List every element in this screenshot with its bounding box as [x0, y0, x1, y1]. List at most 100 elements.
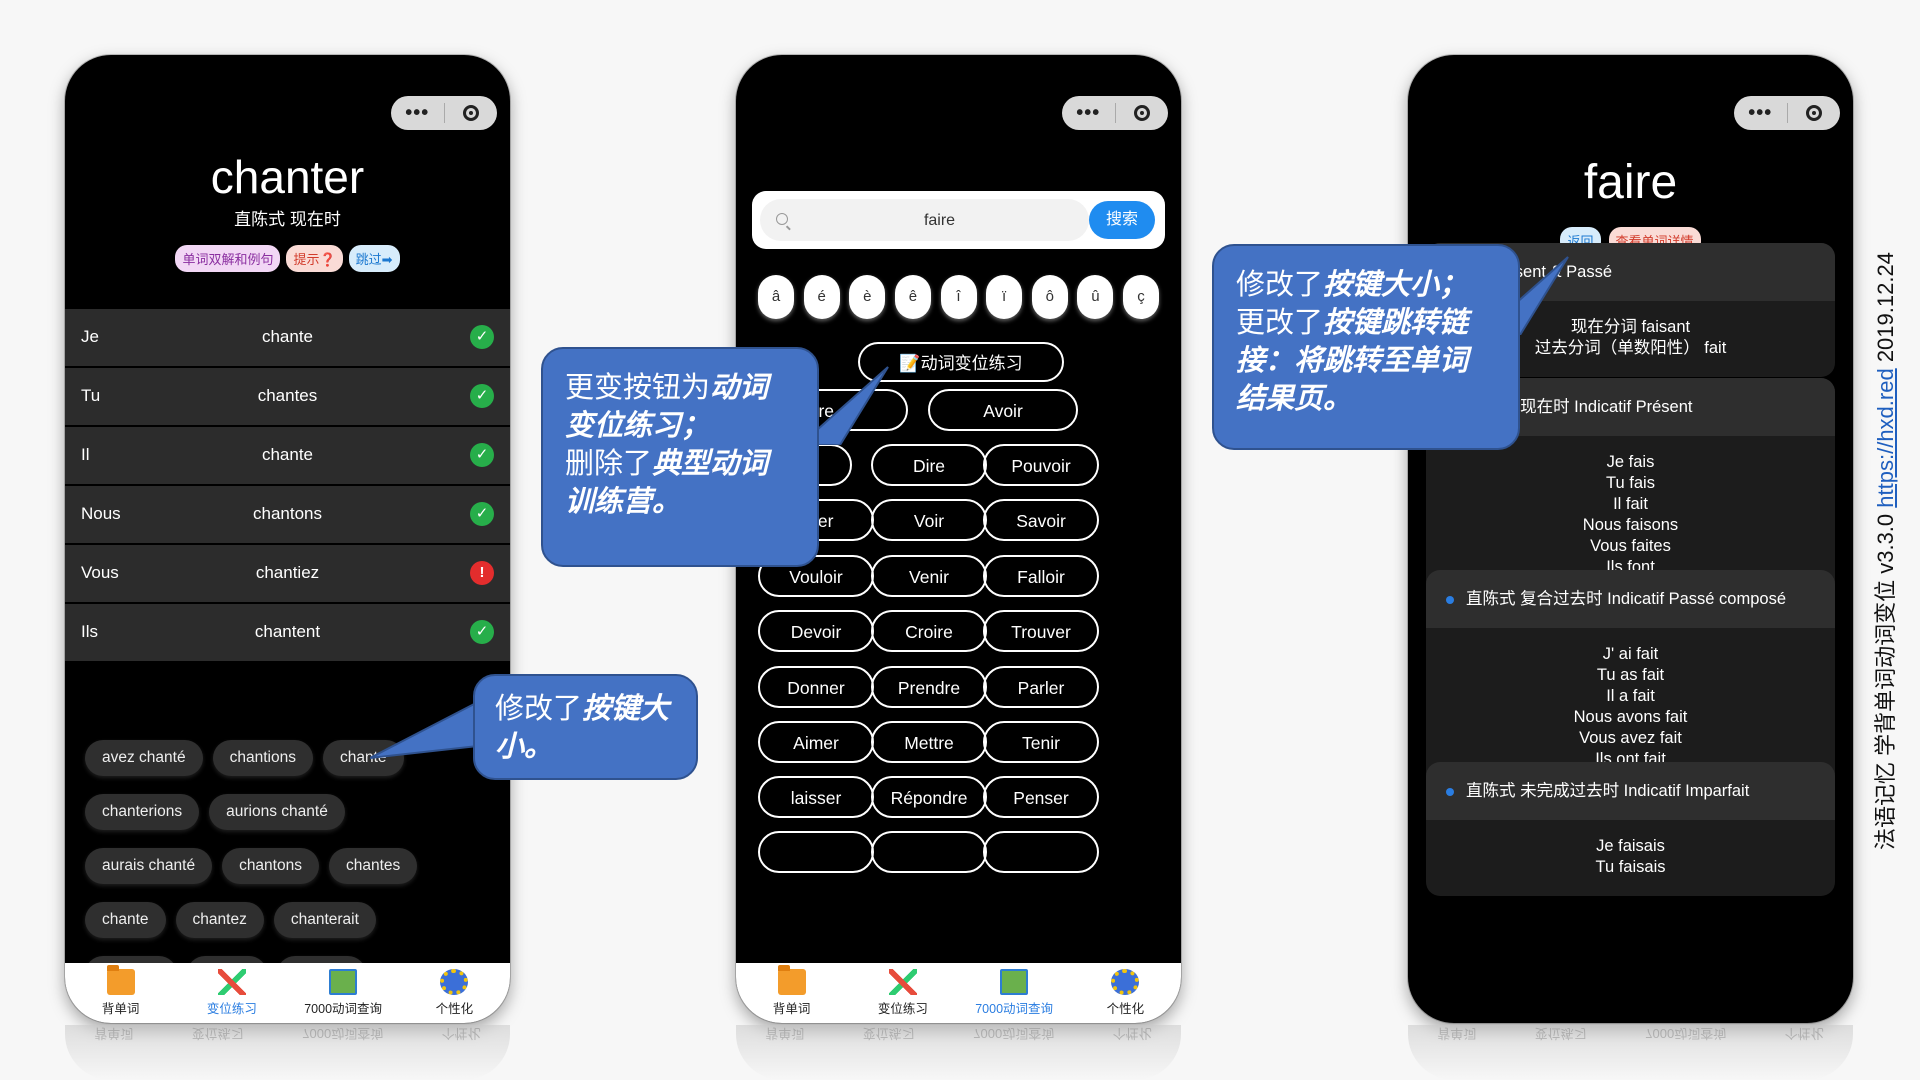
conjugated-form: chantiez	[255, 563, 320, 582]
accent-key[interactable]: ï	[986, 275, 1023, 319]
search-button[interactable]: 搜索	[1089, 201, 1155, 239]
verb-button[interactable]: Dire	[871, 444, 987, 486]
tab-vocabulary[interactable]: 背单词	[65, 963, 176, 1023]
verb-button[interactable]: Voir	[871, 499, 987, 542]
answer-chip[interactable]: chantions	[212, 740, 313, 776]
verb-title: faire	[1583, 156, 1678, 209]
website-link[interactable]: https://hxd.red	[1873, 368, 1898, 507]
accent-key[interactable]: î	[940, 275, 977, 319]
answer-chip[interactable]: chanterait	[273, 902, 376, 938]
card-title: 直陈式 未完成过去时 Indicatif Imparfait	[1466, 782, 1750, 800]
word-detail-tag[interactable]: 单词双解和例句	[175, 245, 281, 272]
search-icon	[776, 213, 788, 225]
tab-label: 变位练习	[877, 1002, 928, 1016]
search-field	[760, 199, 1089, 243]
phone-word-result: ••• faire 返回 查看单词详情 ticipe Présent & Pas…	[1408, 55, 1853, 1023]
verb-button[interactable]: Penser	[983, 776, 1099, 819]
conjugation-card: 直陈式 复合过去时 Indicatif Passé composé J' ai f…	[1426, 570, 1835, 788]
reflection-label: 背单词	[765, 1026, 805, 1041]
verb-button[interactable]: Devoir	[758, 610, 874, 653]
choice-row: chanterions aurions chanté	[85, 794, 490, 830]
answer-chip[interactable]: aurais chanté	[85, 848, 213, 884]
bullet-icon	[1446, 787, 1454, 796]
conjugation-row[interactable]: Ils chantent ✓	[65, 604, 510, 663]
accent-key[interactable]: ç	[1123, 275, 1159, 319]
answer-chip[interactable]: chantez	[175, 902, 264, 938]
verb-button[interactable]: Mettre	[871, 721, 987, 763]
book-list-icon	[1000, 969, 1029, 995]
reflection-label: 背单词	[1437, 1026, 1477, 1041]
conjugation-row[interactable]: Tu chantes ✓	[65, 368, 510, 427]
card-body: Je fais Tu fais Il fait Nous faisons Vous fa…	[1426, 436, 1835, 578]
tab-label: 背单词	[101, 1002, 140, 1016]
accent-key[interactable]: â	[758, 275, 794, 319]
verb-button[interactable]: Tenir	[983, 721, 1099, 763]
more-icon[interactable]: •••	[391, 96, 444, 130]
verb-title: chanter	[210, 151, 365, 203]
pencil-ruler-icon	[888, 969, 917, 995]
tab-label: 7000动词查询	[304, 1002, 383, 1016]
accent-key[interactable]: é	[803, 275, 840, 319]
verb-button[interactable]: Prendre	[871, 665, 987, 708]
verb-button[interactable]: Savoir	[983, 499, 1099, 542]
answer-chip[interactable]: avez chanté	[85, 740, 203, 776]
answer-chip[interactable]: chanterions	[85, 794, 200, 830]
verb-button[interactable]: Aimer	[758, 721, 874, 763]
conjugation-row[interactable]: Vous chantiez!	[65, 545, 510, 604]
verb-button[interactable]: Parler	[983, 665, 1099, 708]
verb-button[interactable]: Venir	[871, 554, 987, 597]
conjugation-line: Vous faites	[1590, 537, 1671, 555]
tab-bar: 背单词 变位练习 7000动词查询 个性化	[736, 963, 1181, 1023]
more-icon[interactable]: •••	[1062, 96, 1115, 130]
conjugation-line: Vous avez fait	[1579, 729, 1682, 747]
hint-tag[interactable]: 提示❓	[286, 245, 343, 272]
tab-conjugation[interactable]: 变位练习	[176, 963, 287, 1023]
reflection-label: 变位练习	[1534, 1026, 1587, 1041]
accent-key[interactable]: ê	[894, 275, 931, 319]
tab-personalize[interactable]: 个性化	[1070, 963, 1181, 1023]
error-icon: !	[470, 561, 494, 585]
gear-icon	[1111, 969, 1140, 995]
card-body: J' ai fait Tu as fait Il a fait Nous avons …	[1426, 628, 1835, 770]
card-body: Je faisais Tu faisais	[1426, 820, 1835, 878]
conjugation-line: Tu faisais	[1595, 858, 1666, 876]
conjugation-line: Nous avons fait	[1573, 708, 1688, 726]
answer-chip[interactable]: chantes	[328, 848, 418, 884]
verb-button[interactable]: Croire	[871, 610, 987, 653]
verb-button[interactable]: Trouver	[983, 610, 1099, 653]
tab-vocabulary[interactable]: 背单词	[736, 963, 847, 1023]
conjugation-row[interactable]: Nous chantons ✓	[65, 486, 510, 545]
close-record-icon[interactable]	[1788, 105, 1841, 121]
verb-button[interactable]: Avoir	[928, 389, 1078, 431]
conjugated-form: chantent	[254, 622, 321, 641]
card-title: 直陈式 复合过去时 Indicatif Passé composé	[1466, 590, 1787, 608]
more-icon[interactable]: •••	[1734, 96, 1787, 130]
close-record-icon[interactable]	[1116, 105, 1169, 121]
conjugation-list: Je chante ✓ Tu chantes ✓ Il chante ✓ Nous chantons…	[65, 309, 510, 663]
tab-label: 个性化	[435, 1002, 474, 1016]
answer-chip[interactable]: aurions chanté	[209, 794, 345, 830]
skip-tag[interactable]: 跳过➡	[348, 245, 400, 272]
verb-button[interactable]: laisser	[758, 776, 874, 819]
accent-key[interactable]: û	[1077, 275, 1114, 319]
tab-verb-lookup[interactable]: 7000动词查询	[288, 963, 399, 1023]
answer-chip[interactable]: chantons	[222, 848, 319, 884]
accent-key[interactable]: ô	[1031, 275, 1068, 319]
conjugation-row[interactable]: Je chante ✓	[65, 309, 510, 368]
phone-conjugation-practice: ••• chanter 直陈式 现在时 单词双解和例句 提示❓ 跳过➡ Je ch…	[65, 55, 510, 1023]
close-record-icon[interactable]	[445, 105, 498, 121]
callout-button-size: 修改了按键大小。	[473, 674, 698, 780]
search-input[interactable]	[800, 199, 1079, 243]
conjugation-line: Il fait	[1613, 495, 1648, 513]
tab-label: 背单词	[772, 1002, 811, 1016]
verb-button[interactable]: Donner	[758, 665, 874, 708]
answer-chip[interactable]: chante	[85, 902, 166, 938]
conjugation-row[interactable]: Il chante ✓	[65, 427, 510, 486]
tab-personalize[interactable]: 个性化	[399, 963, 510, 1023]
verb-button[interactable]: Falloir	[983, 554, 1099, 597]
verb-button[interactable]: Pouvoir	[983, 444, 1099, 486]
tab-verb-lookup[interactable]: 7000动词查询	[959, 963, 1070, 1023]
accent-key[interactable]: è	[849, 275, 886, 319]
verb-button[interactable]: Répondre	[871, 776, 987, 819]
tab-conjugation[interactable]: 变位练习	[847, 963, 958, 1023]
